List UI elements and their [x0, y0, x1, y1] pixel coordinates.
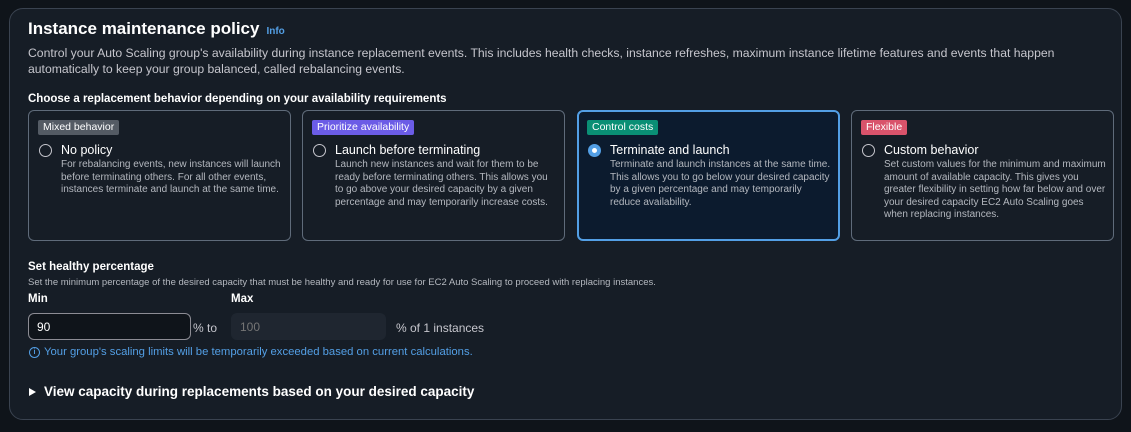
option-description: Terminate and launch instances at the sa… [610, 159, 831, 208]
option-badge: Mixed behavior [38, 120, 120, 135]
healthy-percentage-description: Set the minimum percentage of the desire… [28, 277, 656, 288]
option-card-no-policy[interactable]: Mixed behavior No policy For rebalancing… [28, 110, 291, 241]
option-title: No policy [61, 143, 113, 157]
option-title: Launch before terminating [335, 143, 481, 157]
expander-label: View capacity during replacements based … [44, 384, 475, 399]
capacity-expander[interactable]: View capacity during replacements based … [29, 384, 474, 399]
info-link[interactable]: Info [266, 26, 284, 37]
healthy-percentage-title: Set healthy percentage [28, 261, 154, 273]
instance-maintenance-panel: Instance maintenance policy Info Control… [9, 8, 1122, 420]
option-description: Set custom values for the minimum and ma… [884, 159, 1106, 220]
scaling-limits-info: i Your group's scaling limits will be te… [29, 346, 473, 358]
radio-button[interactable] [39, 144, 52, 157]
option-card-terminate-and-launch[interactable]: Control costs Terminate and launch Termi… [577, 110, 840, 241]
section-description: Control your Auto Scaling group's availa… [28, 46, 1055, 76]
min-percentage-input[interactable] [28, 313, 191, 340]
max-percentage-input [231, 313, 386, 340]
min-label: Min [28, 293, 48, 305]
info-message-text: Your group's scaling limits will be temp… [44, 346, 473, 358]
replacement-options: Mixed behavior No policy For rebalancing… [28, 110, 1114, 241]
option-title: Terminate and launch [610, 143, 730, 157]
option-badge: Prioritize availability [312, 120, 415, 135]
radio-button[interactable] [862, 144, 875, 157]
radio-button[interactable] [313, 144, 326, 157]
option-badge: Control costs [587, 120, 659, 135]
caret-right-icon [29, 387, 36, 396]
percent-of-instances-text: % of 1 instances [396, 321, 485, 335]
option-badge: Flexible [861, 120, 908, 135]
option-title: Custom behavior [884, 143, 979, 157]
section-title: Instance maintenance policy [28, 19, 260, 38]
radio-button-selected[interactable] [588, 144, 601, 157]
option-card-launch-before-terminating[interactable]: Prioritize availability Launch before te… [302, 110, 565, 241]
replacement-behavior-label: Choose a replacement behavior depending … [28, 93, 447, 105]
section-header: Instance maintenance policy Info [28, 19, 285, 39]
option-description: For rebalancing events, new instances wi… [61, 159, 281, 195]
option-description: Launch new instances and wait for them t… [335, 159, 548, 208]
option-card-custom-behavior[interactable]: Flexible Custom behavior Set custom valu… [851, 110, 1114, 241]
info-circle-icon: i [29, 346, 40, 358]
max-label: Max [231, 293, 254, 305]
percent-to-text: % to [193, 321, 218, 335]
